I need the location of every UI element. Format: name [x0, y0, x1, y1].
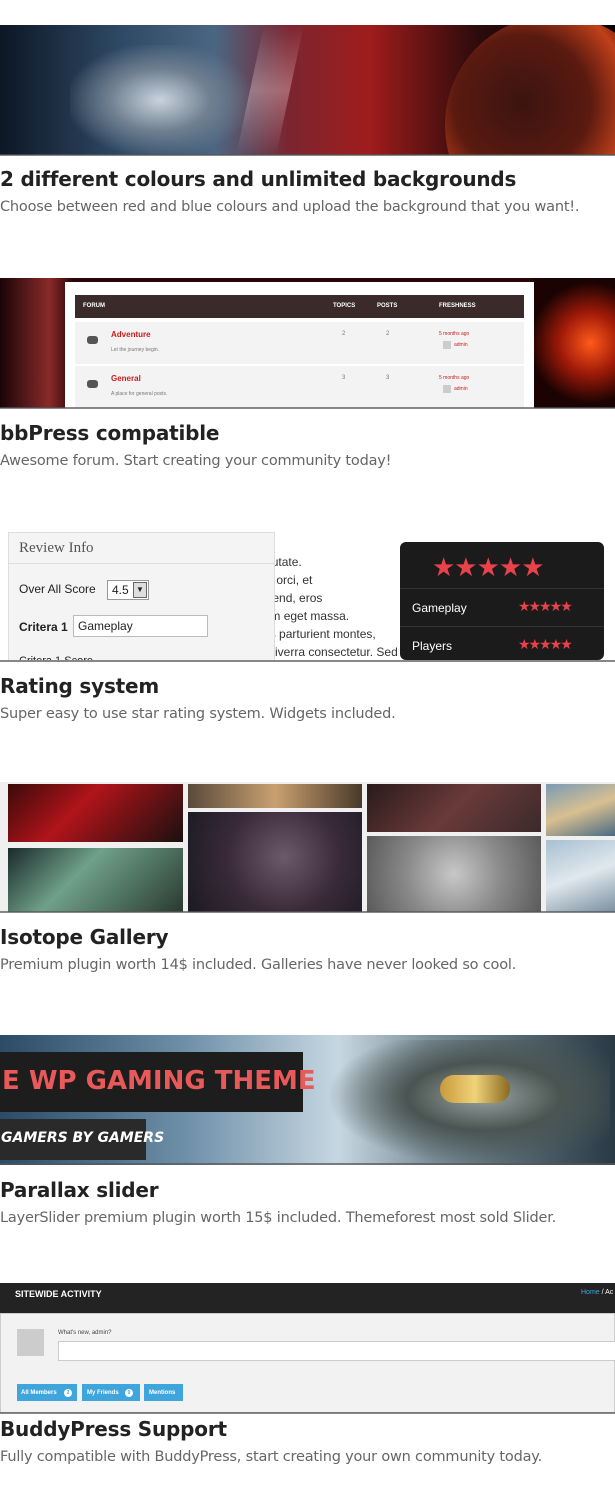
chat-bubbles-icon	[87, 336, 98, 344]
fire-background	[533, 278, 615, 408]
divider	[9, 563, 274, 564]
feature-description: Awesome forum. Start creating your commu…	[0, 453, 392, 469]
count-badge: 0	[125, 1389, 133, 1397]
forum-row[interactable]: General A place for general posts. 3 3 5…	[75, 366, 524, 408]
col-freshness: FRESHNESS	[439, 303, 476, 309]
buddypress-banner: SITEWIDE ACTIVITY Home / Ac What's new, …	[0, 1283, 615, 1413]
activity-title: SITEWIDE ACTIVITY	[15, 1289, 102, 1299]
parallax-banner: E WP GAMING THEME GAMERS BY GAMERS	[0, 1035, 615, 1165]
overall-score-value: 4.5	[112, 583, 129, 597]
review-info-box: Review Info Over All Score 4.5 ▼ Critera…	[8, 532, 275, 660]
gallery-image[interactable]	[8, 784, 183, 842]
col-topics: TOPICS	[333, 303, 356, 309]
feature-title: bbPress compatible	[0, 421, 220, 445]
freshness-link[interactable]: 5 months ago	[439, 375, 469, 381]
feature-description: Choose between red and blue colours and …	[0, 199, 580, 215]
slider-tagline: GAMERS BY GAMERS	[1, 1130, 165, 1146]
tab-mentions[interactable]: Mentions	[144, 1384, 183, 1401]
slider-headline-box: E WP GAMING THEME	[0, 1052, 316, 1112]
gallery-image[interactable]	[188, 812, 362, 912]
col-posts: POSTS	[377, 303, 398, 309]
whats-new-input[interactable]	[58, 1341, 615, 1361]
slider-tagline-box: GAMERS BY GAMERS	[0, 1119, 164, 1160]
backgrounds-banner	[0, 25, 615, 155]
space-trooper-illustration	[70, 45, 250, 155]
rating-row: Players ★★★★★	[400, 626, 604, 660]
feature-description: Super easy to use star rating system. Wi…	[0, 706, 396, 722]
feature-title: 2 different colours and unlimited backgr…	[0, 167, 517, 191]
rating-stars: ★★★★★	[518, 598, 573, 614]
gallery-image[interactable]	[367, 836, 541, 912]
rating-widget: ★★★★★ Gameplay ★★★★★ Players ★★★★★	[400, 542, 604, 660]
rating-stars: ★★★★★	[518, 636, 573, 652]
whats-new-label: What's new, admin?	[58, 1330, 112, 1336]
gallery-banner	[0, 782, 615, 912]
feature-title: Rating system	[0, 674, 160, 698]
gallery-image[interactable]	[546, 840, 615, 912]
overall-stars: ★★★★★	[432, 552, 545, 582]
tab-all-members[interactable]: All Members 2	[17, 1384, 77, 1401]
forum-link[interactable]: General	[111, 374, 141, 383]
divider	[0, 407, 615, 409]
criteria-label: Critera 1	[19, 620, 68, 634]
chevron-down-icon: ▼	[133, 582, 147, 598]
forum-row[interactable]: Adventure Let the journey begin. 2 2 5 m…	[75, 322, 524, 364]
rating-row: Gameplay ★★★★★	[400, 588, 604, 627]
user-link[interactable]: admin	[454, 386, 468, 392]
chat-bubbles-icon	[87, 380, 98, 388]
rating-banner: ies odio vulputate. mus in turpis orci, …	[0, 530, 615, 660]
avatar	[17, 1329, 44, 1356]
rating-label: Players	[412, 639, 453, 653]
gallery-image[interactable]	[367, 784, 541, 832]
overall-score-select[interactable]: 4.5 ▼	[107, 580, 149, 600]
review-info-title: Review Info	[19, 540, 94, 556]
criteria-input-value: Gameplay	[78, 619, 133, 633]
feature-description: LayerSlider premium plugin worth 15$ inc…	[0, 1210, 557, 1226]
user-link[interactable]: admin	[454, 342, 468, 348]
feature-title: Isotope Gallery	[0, 925, 169, 949]
divider	[0, 660, 615, 662]
overall-score-label: Over All Score	[19, 582, 96, 596]
breadcrumb-current: / Ac	[599, 1289, 614, 1296]
helmet-visor	[440, 1075, 510, 1103]
feature-title: Parallax slider	[0, 1178, 159, 1202]
forum-panel: FORUM TOPICS POSTS FRESHNESS Adventure L…	[65, 282, 534, 408]
post-count: 3	[386, 375, 390, 381]
count-badge: 2	[64, 1389, 72, 1397]
tab-label: My Friends	[87, 1390, 119, 1396]
divider	[0, 911, 615, 913]
breadcrumb-home-link[interactable]: Home	[581, 1289, 600, 1296]
gallery-image[interactable]	[546, 784, 615, 836]
gallery-image[interactable]	[188, 784, 362, 808]
user-avatar	[443, 385, 451, 393]
forum-description: A place for general posts.	[111, 391, 168, 397]
feature-description: Premium plugin worth 14$ included. Galle…	[0, 957, 517, 973]
activity-header: SITEWIDE ACTIVITY Home / Ac	[0, 1283, 615, 1313]
post-count: 2	[386, 331, 390, 337]
feature-title: BuddyPress Support	[0, 1417, 227, 1441]
forum-table-header: FORUM TOPICS POSTS FRESHNESS	[75, 295, 524, 318]
activity-body: What's new, admin? All Members 2 My Frie…	[0, 1313, 615, 1413]
topic-count: 2	[342, 331, 346, 337]
freshness-link[interactable]: 5 months ago	[439, 331, 469, 337]
divider	[0, 154, 615, 156]
col-forum: FORUM	[83, 303, 105, 309]
forum-description: Let the journey begin.	[111, 347, 160, 353]
gallery-image[interactable]	[8, 848, 183, 912]
user-avatar	[443, 341, 451, 349]
criteria-input[interactable]: Gameplay	[73, 615, 208, 637]
feature-description: Fully compatible with BuddyPress, start …	[0, 1449, 543, 1465]
slider-headline: E WP GAMING THEME	[2, 1066, 316, 1096]
divider	[0, 1412, 615, 1414]
rating-label: Gameplay	[412, 601, 467, 615]
bbpress-banner: FORUM TOPICS POSTS FRESHNESS Adventure L…	[0, 278, 615, 408]
burning-planet-illustration	[445, 25, 615, 155]
tab-my-friends[interactable]: My Friends 0	[82, 1384, 140, 1401]
breadcrumb: Home / Ac	[581, 1289, 613, 1296]
topic-count: 3	[342, 375, 346, 381]
forum-link[interactable]: Adventure	[111, 330, 151, 339]
divider	[0, 1163, 615, 1165]
tab-label: Mentions	[149, 1390, 176, 1396]
tab-label: All Members	[21, 1390, 57, 1396]
